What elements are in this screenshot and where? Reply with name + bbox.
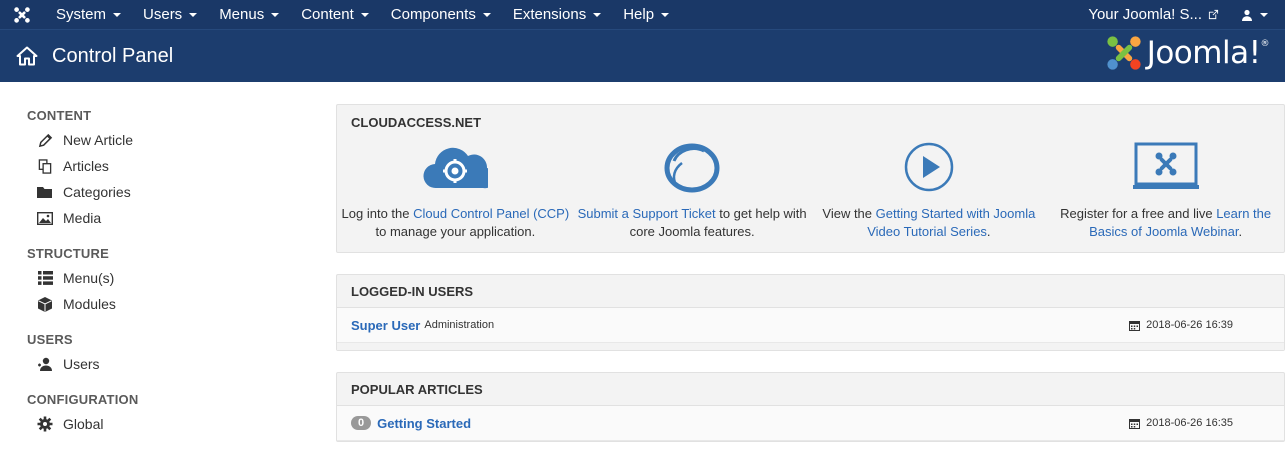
users-icon	[36, 356, 54, 372]
menu-system[interactable]: System	[44, 6, 131, 23]
article-date: 2018-06-26 16:35	[1129, 417, 1233, 429]
sidebar: CONTENT New Article Articles Categories …	[0, 82, 320, 437]
page-title: Control Panel	[52, 44, 174, 67]
user-icon	[1242, 9, 1252, 21]
caret-down-icon	[482, 12, 491, 17]
support-ticket-link[interactable]: Submit a Support Ticket	[578, 206, 716, 221]
home-icon	[16, 44, 40, 68]
ccp-link[interactable]: Cloud Control Panel (CCP)	[413, 206, 569, 221]
sidebar-item-new-article[interactable]: New Article	[27, 127, 320, 153]
sidebar-item-users[interactable]: Users	[27, 351, 320, 377]
menu-components[interactable]: Components	[379, 6, 501, 23]
user-role: Administration	[424, 319, 495, 331]
joomla-logo-icon	[1107, 36, 1141, 70]
cloud-gear-icon	[422, 135, 489, 199]
hits-badge: 0	[351, 416, 372, 430]
menu-menus[interactable]: Menus	[207, 6, 289, 23]
cloudaccess-col-webinar: Register for a free and live Learn the B…	[1047, 135, 1284, 241]
support-ring-icon	[662, 135, 722, 199]
logged-in-users-module: LOGGED-IN USERS Super User Administratio…	[336, 274, 1285, 351]
menu-content[interactable]: Content	[289, 6, 379, 23]
cloudaccess-col-video-text: View the Getting Started with Joomla Vid…	[822, 206, 1036, 239]
article-link[interactable]: Getting Started	[377, 416, 471, 431]
gear-icon	[36, 416, 54, 432]
popular-articles-title: POPULAR ARTICLES	[337, 373, 1284, 406]
sidebar-heading-content: CONTENT	[27, 108, 92, 123]
module-footer	[337, 343, 1284, 350]
cloudaccess-col-support-text: Submit a Support Ticket to get help with…	[577, 206, 807, 239]
login-date: 2018-06-26 16:39	[1129, 319, 1233, 331]
top-navbar: System Users Menus Content Components Ex…	[0, 0, 1285, 29]
main-content: CLOUDACCESS.NET Log into the Cloud Contr…	[336, 104, 1285, 442]
joomla-logo: Joomla!®	[1105, 34, 1269, 72]
cloudaccess-col-ccp-text: Log into the Cloud Control Panel (CCP) t…	[341, 206, 570, 239]
sidebar-item-articles[interactable]: Articles	[27, 153, 320, 179]
sidebar-heading-configuration: CONFIGURATION	[27, 392, 139, 407]
sidebar-heading-structure: STRUCTURE	[27, 246, 109, 261]
calendar-icon	[1129, 418, 1141, 429]
table-row: Super User Administration 2018-06-26 16:…	[337, 308, 1284, 343]
list-icon	[36, 270, 54, 286]
user-link[interactable]: Super User	[351, 318, 420, 333]
sidebar-item-categories[interactable]: Categories	[27, 179, 320, 205]
cloudaccess-panel: CLOUDACCESS.NET Log into the Cloud Contr…	[336, 104, 1285, 253]
cloudaccess-col-ccp: Log into the Cloud Control Panel (CCP) t…	[337, 135, 574, 241]
popular-articles-module: POPULAR ARTICLES 0 Getting Started 2018-…	[336, 372, 1285, 442]
sidebar-item-global[interactable]: Global	[27, 411, 320, 437]
play-circle-icon	[903, 135, 955, 199]
main-menu: System Users Menus Content Components Ex…	[44, 6, 679, 23]
sidebar-item-modules[interactable]: Modules	[27, 291, 320, 317]
monitor-joomla-icon	[1132, 135, 1199, 199]
cloudaccess-col-webinar-text: Register for a free and live Learn the B…	[1060, 206, 1272, 239]
sidebar-heading-users: USERS	[27, 332, 73, 347]
video-tutorial-link[interactable]: Getting Started with Joomla Video Tutori…	[867, 206, 1035, 239]
cloudaccess-columns: Log into the Cloud Control Panel (CCP) t…	[337, 135, 1284, 241]
menu-users[interactable]: Users	[131, 6, 207, 23]
caret-down-icon	[593, 12, 602, 17]
caret-down-icon	[113, 12, 122, 17]
cloudaccess-col-support: Submit a Support Ticket to get help with…	[574, 135, 811, 241]
sidebar-item-menus[interactable]: Menu(s)	[27, 265, 320, 291]
copy-icon	[36, 158, 54, 174]
site-link[interactable]: Your Joomla! S...	[1088, 6, 1241, 23]
logged-in-users-title: LOGGED-IN USERS	[337, 275, 1284, 308]
caret-down-icon	[271, 12, 280, 17]
external-link-icon	[1208, 9, 1219, 20]
caret-down-icon	[1260, 12, 1268, 17]
page-header: Control Panel Joomla!®	[0, 29, 1285, 82]
joomla-icon[interactable]	[0, 6, 44, 24]
folder-icon	[36, 184, 54, 200]
table-row: 0 Getting Started 2018-06-26 16:35	[337, 406, 1284, 441]
caret-down-icon	[360, 12, 369, 17]
cube-icon	[36, 296, 54, 312]
cloudaccess-col-video: View the Getting Started with Joomla Vid…	[811, 135, 1048, 241]
topnav-right: Your Joomla! S...	[1088, 0, 1285, 29]
sidebar-item-media[interactable]: Media	[27, 205, 320, 231]
caret-down-icon	[189, 12, 198, 17]
joomla-wordmark: Joomla!®	[1146, 35, 1270, 71]
calendar-icon	[1129, 320, 1141, 331]
menu-help[interactable]: Help	[611, 6, 679, 23]
pencil-icon	[36, 132, 54, 148]
user-menu[interactable]	[1241, 9, 1285, 21]
image-icon	[36, 210, 54, 226]
menu-extensions[interactable]: Extensions	[501, 6, 611, 23]
caret-down-icon	[661, 12, 670, 17]
